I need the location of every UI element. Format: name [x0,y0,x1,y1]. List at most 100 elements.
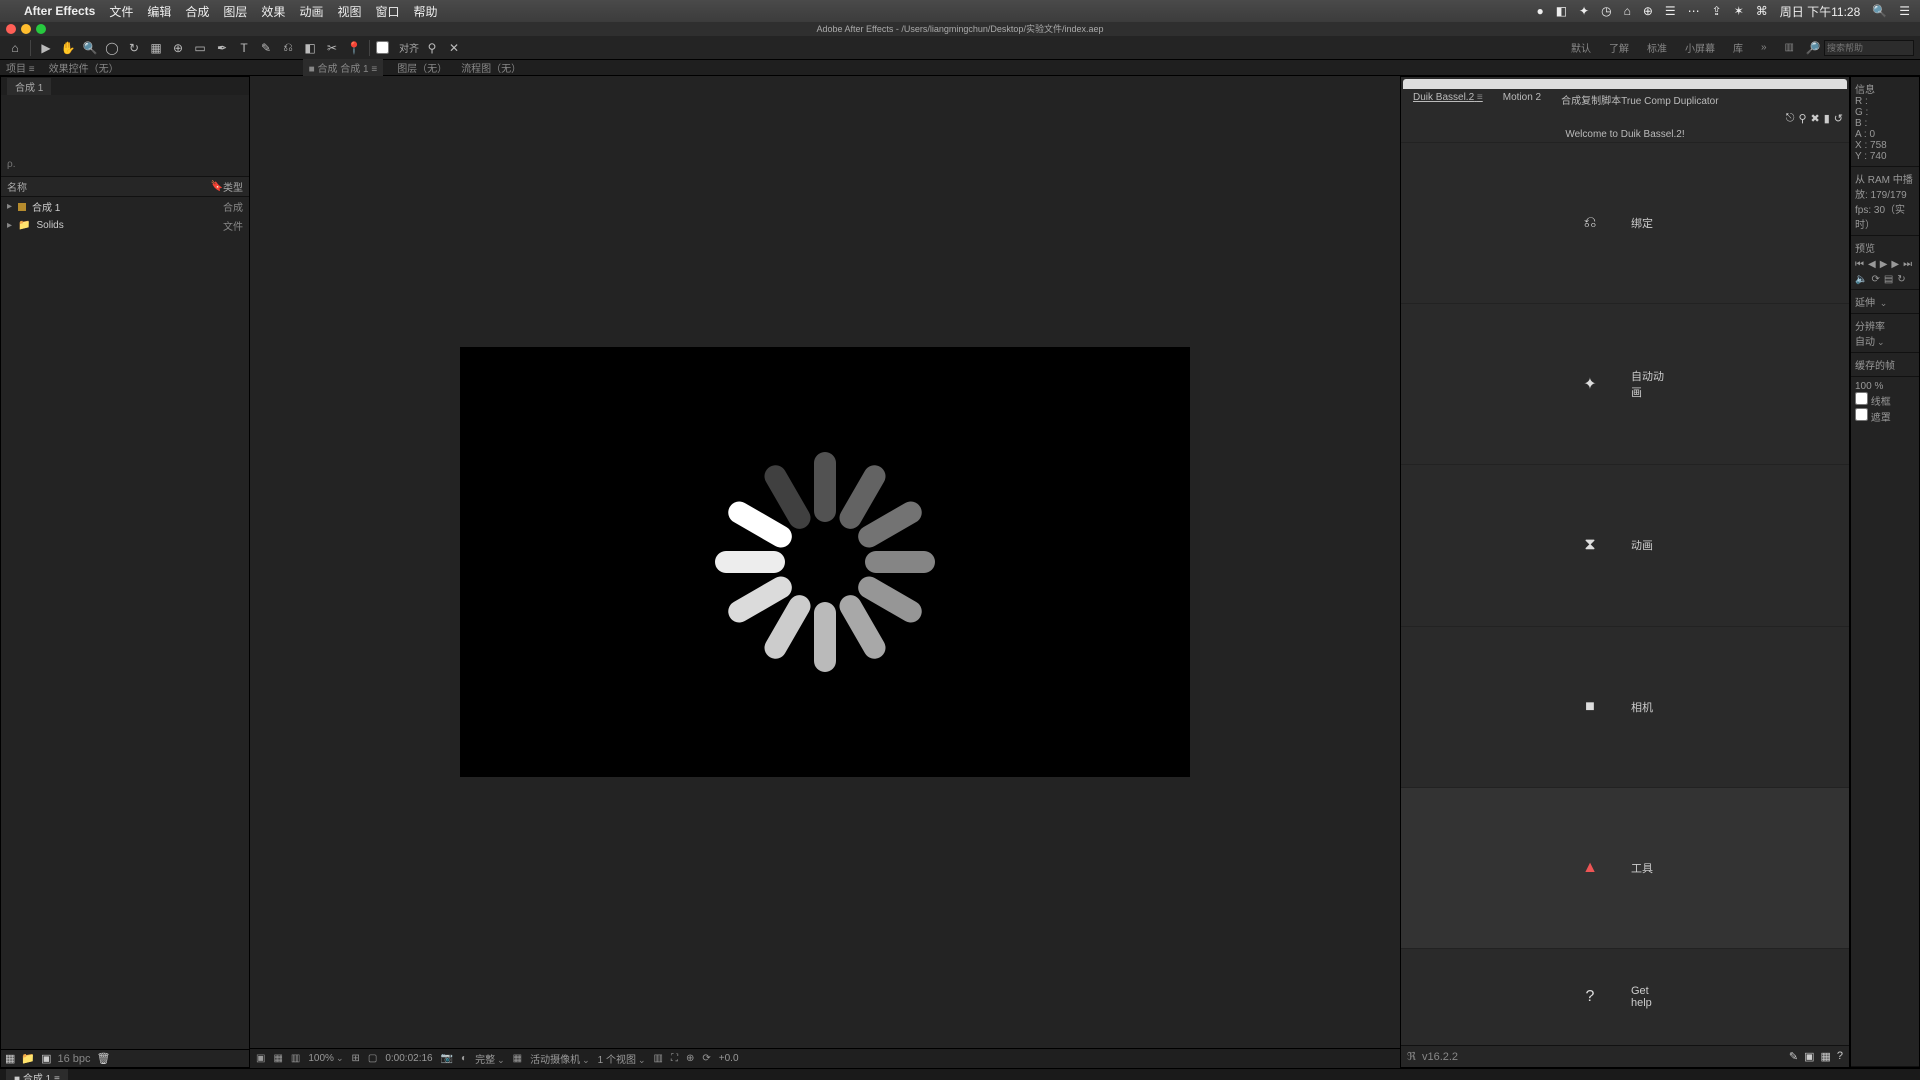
camera-tool-icon[interactable]: ▦ [147,39,165,57]
preview-opt-icon[interactable]: ▤ [1884,274,1893,285]
exposure[interactable]: +0.0 [719,1053,739,1064]
menu-file[interactable]: 文件 [109,3,133,20]
wireframe-checkbox[interactable] [1855,392,1868,405]
vf-icon[interactable]: ⛶ [671,1053,678,1064]
rotate-tool-icon[interactable]: ↻ [125,39,143,57]
new-comp-icon[interactable]: ▣ [41,1052,51,1065]
duik-foot-icon[interactable]: ▦ [1820,1050,1830,1063]
guides-toggle-icon[interactable]: ▥ [291,1053,300,1064]
grid-toggle-icon[interactable]: ▦ [273,1053,282,1064]
duik-tool-icon[interactable]: ⚲ [1798,112,1806,125]
preview-opt-icon[interactable]: ↻ [1897,274,1905,285]
bpc[interactable]: 16 bpc [58,1053,91,1065]
workspace-default[interactable]: 默认 [1563,38,1599,57]
roto-tool-icon[interactable]: ✂ [323,39,341,57]
transparency-icon[interactable]: ▦ [513,1053,522,1064]
tab-effect-controls[interactable]: 效果控件（无） [49,60,119,75]
preview-last-icon[interactable]: ⏭ [1903,259,1912,270]
home-icon[interactable]: ⌂ [6,39,24,57]
minimize-icon[interactable] [21,24,31,34]
status-icon[interactable]: 🔍 [1872,4,1887,18]
preview-next-icon[interactable]: ▶ [1891,259,1899,270]
res-dropdown[interactable]: 自动 [1855,333,1915,348]
close-icon[interactable] [6,24,16,34]
views-dropdown[interactable]: 1 个视图 [598,1051,646,1066]
app-name[interactable]: After Effects [24,4,95,18]
duik-tool-icon[interactable]: ▮ [1824,112,1830,125]
menu-effect[interactable]: 效果 [261,3,285,20]
duik-item-tools[interactable]: ▲ 工具 [1401,787,1849,948]
zoom-tool-icon[interactable]: 🔍 [81,39,99,57]
duik-item-automation[interactable]: ✦ 自动动画 [1401,303,1849,464]
duik-item-animation[interactable]: ⧗ 动画 [1401,464,1849,625]
snap-opt2-icon[interactable]: ✕ [445,39,463,57]
puppet-tool-icon[interactable]: 📍 [345,39,363,57]
timecode-display[interactable]: 0:00:02:16 [385,1053,432,1064]
status-icon[interactable]: ⌘ [1756,4,1768,18]
res-toggle-icon[interactable]: ⊞ [351,1053,359,1064]
status-icon[interactable]: ◷ [1601,4,1611,18]
project-item-comp[interactable]: ▸ 合成 1 合成 [1,197,249,216]
search-icon[interactable]: 🔎 [1804,39,1822,57]
col-name[interactable]: 名称 [7,179,27,194]
channel-icon[interactable]: ▢ [368,1053,377,1064]
status-icon[interactable]: ⌂ [1624,4,1631,18]
status-icon[interactable]: ☰ [1665,4,1676,18]
duik-item-camera[interactable]: ■ 相机 [1401,626,1849,787]
hand-tool-icon[interactable]: ✋ [59,39,77,57]
mask-checkbox[interactable] [1855,408,1868,421]
workspace-panel-icon[interactable]: ▥ [1777,40,1802,55]
menu-layer[interactable]: 图层 [223,3,247,20]
status-icon[interactable]: ✶ [1734,4,1744,18]
duik-foot-icon[interactable]: ? [1837,1050,1843,1063]
clock[interactable]: 周日 下午11:28 [1780,3,1860,20]
interpret-icon[interactable]: ▦ [5,1052,15,1065]
region-toggle-icon[interactable]: ◐ [461,1053,467,1064]
eraser-tool-icon[interactable]: ◧ [301,39,319,57]
duik-item-rigging[interactable]: ⎌ 绑定 [1401,142,1849,303]
new-folder-icon[interactable]: 📁 [21,1052,35,1065]
tab-layer[interactable]: 图层（无） [397,60,447,75]
vf-icon[interactable]: ⟳ [702,1053,710,1064]
timeline-tab[interactable]: ■ 合成 1 ≡ [6,1069,68,1080]
tab-motion2[interactable]: Motion 2 [1497,91,1547,108]
vf-icon[interactable]: ⊕ [686,1053,694,1064]
workspace-more-icon[interactable]: » [1753,40,1775,55]
vf-icon[interactable]: ▥ [654,1053,663,1064]
status-icon[interactable]: ⋯ [1688,4,1700,18]
search-help-input[interactable] [1824,40,1914,56]
selection-tool-icon[interactable]: ▶ [37,39,55,57]
duik-tool-icon[interactable]: ✖ [1811,112,1820,125]
duik-tool-icon[interactable]: ⎋ [1786,112,1795,125]
tab-composition[interactable]: ■ 合成 合成 1 ≡ [303,59,384,76]
comp-mini-tab[interactable]: 合成 1 [7,78,51,95]
menu-edit[interactable]: 编辑 [147,3,171,20]
preview-play-icon[interactable]: ▶ [1880,259,1888,270]
clone-tool-icon[interactable]: ⎌ [279,39,297,57]
workspace-lib[interactable]: 库 [1725,38,1751,57]
project-item-folder[interactable]: ▸📁 Solids 文件 [1,216,249,235]
menu-view[interactable]: 视图 [337,3,361,20]
menu-anim[interactable]: 动画 [299,3,323,20]
pan-behind-tool-icon[interactable]: ⊕ [169,39,187,57]
status-icon[interactable]: ☰ [1899,4,1910,18]
workspace-standard[interactable]: 标准 [1639,38,1675,57]
snapshot-icon[interactable]: 📷 [441,1053,453,1064]
col-tag-icon[interactable]: 🔖 [211,181,223,192]
preview-prev-icon[interactable]: ◀ [1868,259,1876,270]
preview-first-icon[interactable]: ⏮ [1855,259,1864,270]
preview-loop-icon[interactable]: ⟳ [1871,274,1879,285]
comp-canvas[interactable]: ↖ [460,347,1190,777]
status-icon[interactable]: ● [1536,4,1543,18]
status-icon[interactable]: ✦ [1579,4,1589,18]
mask-toggle-icon[interactable]: ▣ [256,1053,265,1064]
status-icon[interactable]: ◧ [1556,4,1567,18]
type-tool-icon[interactable]: T [235,39,253,57]
preview-audio-icon[interactable]: 🔈 [1855,274,1867,285]
camera-dropdown[interactable]: 活动摄像机 [530,1051,590,1066]
orbit-tool-icon[interactable]: ◯ [103,39,121,57]
status-icon[interactable]: ⊕ [1643,4,1653,18]
project-search[interactable]: ρ. [7,159,243,170]
tab-project[interactable]: 项目 ≡ [6,60,35,75]
duik-foot-icon[interactable]: ✎ [1789,1050,1798,1063]
